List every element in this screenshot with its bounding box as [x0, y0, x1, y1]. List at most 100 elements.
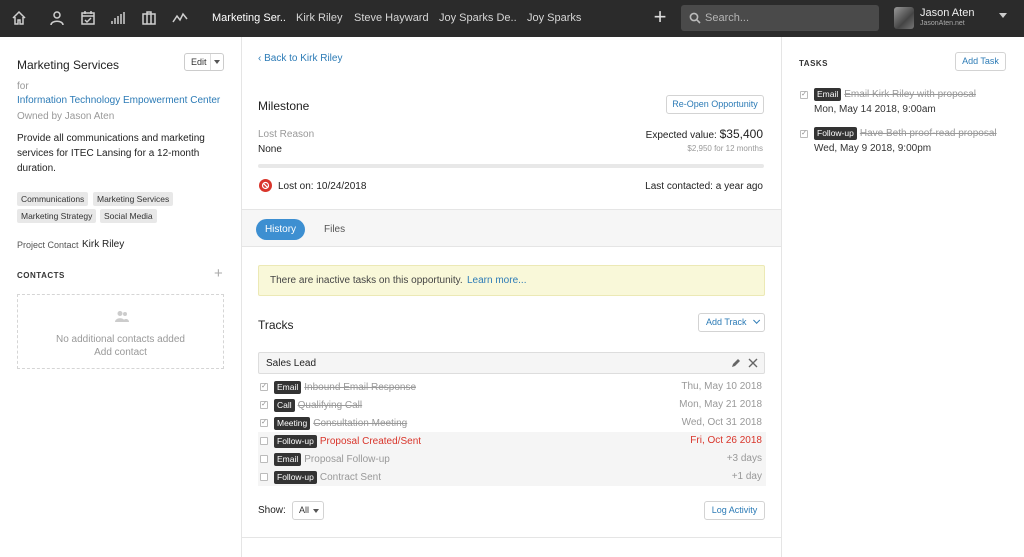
tabs-bar: History Files: [242, 209, 781, 247]
chevron-down-icon: [214, 60, 220, 64]
edit-dropdown-button[interactable]: Edit: [184, 53, 224, 71]
calendar-check-icon[interactable]: [78, 8, 98, 28]
track-row[interactable]: Follow-up Contract Sent +1 day: [258, 468, 766, 486]
last-contacted: Last contacted: a year ago: [645, 181, 763, 192]
pencil-icon[interactable]: [731, 358, 741, 368]
tag-communications[interactable]: Communications: [17, 192, 89, 206]
track-row-date: Fri, Oct 26 2018: [690, 435, 762, 446]
tag-marketing-services[interactable]: Marketing Services: [93, 192, 174, 206]
show-label: Show:: [258, 505, 286, 516]
tracks-heading: Tracks: [258, 318, 294, 332]
nav-tab-joy-sparks-de[interactable]: Joy Sparks De..: [439, 12, 517, 24]
nav-tab-kirk-riley[interactable]: Kirk Riley: [296, 12, 342, 24]
learn-more-link[interactable]: Learn more...: [467, 275, 526, 286]
add-contact-plus-icon[interactable]: +: [214, 265, 223, 282]
opportunity-details-panel: Marketing Services Edit for Information …: [0, 37, 242, 557]
contacts-group-icon: [115, 311, 129, 322]
task-item[interactable]: ✓ Follow-up Have Beth proof-read proposal…: [799, 127, 1009, 159]
bar-chart-icon[interactable]: [108, 8, 128, 28]
monthly-value: $2,950 for 12 months: [687, 144, 763, 153]
checkbox[interactable]: [260, 473, 268, 481]
expected-value-label: Expected value:: [645, 130, 717, 141]
track-row-overdue[interactable]: Follow-up Proposal Created/Sent Fri, Oct …: [258, 432, 766, 450]
tag-social-media[interactable]: Social Media: [100, 209, 157, 223]
track-row-date: Mon, May 21 2018: [679, 399, 762, 410]
track-row-date: Thu, May 10 2018: [681, 381, 762, 392]
search-input[interactable]: [705, 9, 873, 27]
search-box: [681, 5, 879, 31]
checkbox[interactable]: [260, 455, 268, 463]
close-icon[interactable]: [748, 358, 758, 368]
track-row[interactable]: Email Proposal Follow-up +3 days: [258, 450, 766, 468]
owned-by: Owned by Jason Aten: [17, 111, 115, 122]
track-row-label[interactable]: Proposal Follow-up: [304, 454, 390, 465]
add-contact-link[interactable]: Add contact: [18, 347, 223, 358]
chevron-down-icon: [753, 316, 761, 324]
add-task-button[interactable]: Add Task: [955, 52, 1006, 71]
nav-tab-marketing-services[interactable]: Marketing Ser..: [212, 12, 286, 24]
type-badge: Follow-up: [274, 435, 317, 448]
milestone-progress-bar: [258, 164, 764, 168]
show-filter-select[interactable]: All: [292, 501, 324, 520]
checkbox-checked[interactable]: ✓: [260, 383, 268, 391]
checkbox-checked[interactable]: ✓: [800, 91, 808, 99]
opportunity-main-panel: ‹ Back to Kirk Riley Milestone Re-Open O…: [242, 37, 782, 557]
add-track-button[interactable]: Add Track: [698, 313, 765, 332]
track-row-label[interactable]: Consultation Meeting: [313, 418, 407, 429]
add-new-icon[interactable]: +: [650, 6, 670, 28]
user-avatar[interactable]: [894, 7, 914, 29]
nav-tab-joy-sparks[interactable]: Joy Sparks: [527, 12, 581, 24]
track-row-label[interactable]: Proposal Created/Sent: [320, 436, 421, 447]
opportunity-description: Provide all communications and marketing…: [17, 133, 205, 174]
track-row[interactable]: ✓ Call Qualifying Call Mon, May 21 2018: [258, 396, 766, 414]
chevron-down-icon: [313, 509, 319, 513]
back-link[interactable]: ‹ Back to Kirk Riley: [258, 53, 342, 64]
home-icon[interactable]: [9, 8, 29, 28]
track-row-label[interactable]: Inbound Email Response: [304, 382, 416, 393]
checkbox[interactable]: [260, 437, 268, 445]
tab-history[interactable]: History: [256, 219, 305, 240]
expected-value: Expected value: $35,400: [646, 127, 763, 141]
add-track-label: Add Track: [705, 317, 747, 327]
tab-files[interactable]: Files: [324, 224, 345, 235]
nav-tab-steve-hayward[interactable]: Steve Hayward: [354, 12, 429, 24]
contacts-heading: CONTACTS: [17, 271, 65, 280]
track-row-date: +3 days: [726, 453, 762, 464]
lost-reason-label: Lost Reason: [258, 129, 315, 140]
user-name[interactable]: Jason Aten: [920, 7, 974, 19]
track-row-date: Wed, Oct 31 2018: [681, 417, 762, 428]
task-label[interactable]: Email Kirk Riley with proposal: [844, 89, 976, 100]
company-link[interactable]: Information Technology Empowerment Cente…: [17, 95, 220, 106]
checkbox-checked[interactable]: ✓: [800, 130, 808, 138]
inactive-tasks-notice: There are inactive tasks on this opportu…: [258, 265, 765, 296]
activity-icon[interactable]: [170, 8, 190, 28]
project-contact-value[interactable]: Kirk Riley: [82, 239, 124, 250]
tag-marketing-strategy[interactable]: Marketing Strategy: [17, 209, 97, 223]
for-label: for: [17, 81, 29, 92]
lost-icon: [259, 179, 272, 192]
track-row[interactable]: ✓ Email Inbound Email Response Thu, May 1…: [258, 378, 766, 396]
user-site: JasonAten.net: [920, 20, 965, 27]
expected-value-amount: $35,400: [719, 127, 763, 141]
task-label[interactable]: Have Beth proof-read proposal: [860, 128, 997, 139]
track-name: Sales Lead: [266, 358, 317, 369]
type-badge: Follow-up: [814, 127, 857, 140]
log-activity-button[interactable]: Log Activity: [704, 501, 765, 520]
no-contacts-text: No additional contacts added: [56, 334, 185, 345]
track-row-label[interactable]: Qualifying Call: [298, 400, 362, 411]
tasks-heading: TASKS: [799, 59, 829, 68]
reopen-opportunity-button[interactable]: Re-Open Opportunity: [666, 95, 764, 114]
type-badge: Email: [274, 453, 302, 466]
user-icon[interactable]: [47, 8, 67, 28]
track-row[interactable]: ✓ Meeting Consultation Meeting Wed, Oct 3…: [258, 414, 766, 432]
type-badge: Email: [274, 381, 302, 394]
checkbox-checked[interactable]: ✓: [260, 419, 268, 427]
user-menu-caret-icon[interactable]: [999, 13, 1007, 18]
section-divider: [242, 537, 781, 538]
type-badge: Call: [274, 399, 295, 412]
track-row-label[interactable]: Contract Sent: [320, 472, 381, 483]
project-contact-label: Project Contact: [17, 240, 79, 250]
task-item[interactable]: ✓ Email Email Kirk Riley with proposal Mo…: [799, 88, 1009, 120]
briefcase-icon[interactable]: [139, 8, 159, 28]
checkbox-checked[interactable]: ✓: [260, 401, 268, 409]
